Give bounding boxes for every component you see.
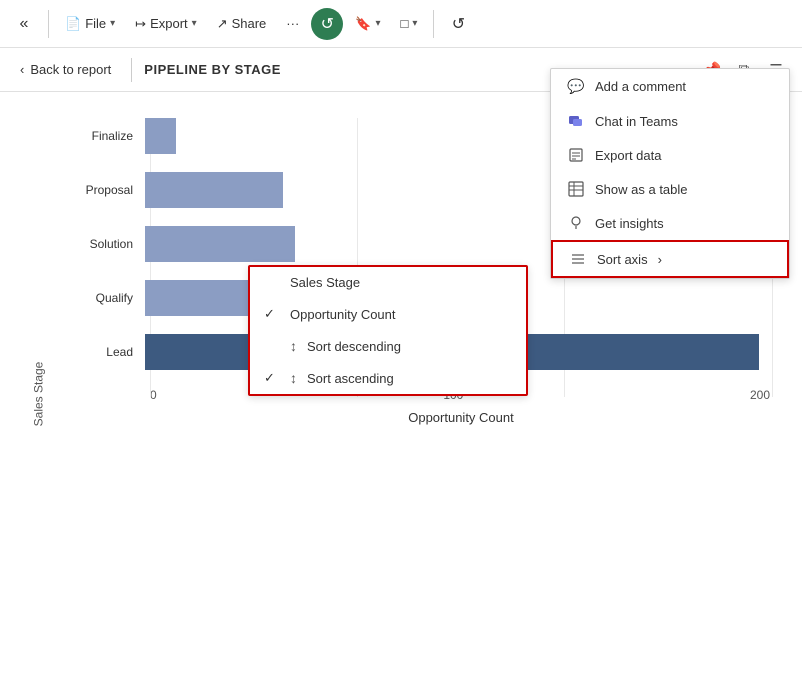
share-btn[interactable]: ↗ Share bbox=[209, 12, 275, 36]
view-icon: □ bbox=[401, 16, 409, 31]
header-divider bbox=[131, 58, 132, 82]
check-ascending: ✓ bbox=[264, 370, 280, 386]
expand-icon: « bbox=[20, 15, 29, 33]
expand-btn[interactable]: « bbox=[8, 8, 40, 40]
export-icon: ↦ bbox=[135, 16, 146, 32]
toolbar: « 📄 File ▾ ↦ Export ▾ ↗ Share ··· ↺ 🔖 ▾ … bbox=[0, 0, 802, 48]
bookmark-chevron-icon: ▾ bbox=[375, 18, 380, 29]
x-axis-label: Opportunity Count bbox=[150, 410, 772, 425]
bar-label-solution: Solution bbox=[75, 237, 145, 251]
file-btn[interactable]: 📄 File ▾ bbox=[57, 12, 123, 36]
sort-axis-chevron-icon: › bbox=[658, 252, 662, 267]
show-table-label: Show as a table bbox=[595, 182, 688, 197]
toolbar-separator-1 bbox=[48, 10, 49, 38]
refresh-icon: ↺ bbox=[321, 14, 334, 34]
sort-axis-label: Sort axis bbox=[597, 252, 648, 267]
undo-btn[interactable]: ↺ bbox=[442, 8, 474, 40]
get-insights-label: Get insights bbox=[595, 216, 664, 231]
sales-stage-label: Sales Stage bbox=[290, 275, 360, 290]
export-chevron-icon: ▾ bbox=[192, 18, 197, 29]
sort-axis-icon bbox=[569, 251, 587, 267]
context-export-data[interactable]: Export data bbox=[551, 138, 789, 172]
back-arrow-icon: ‹ bbox=[20, 62, 24, 77]
view-chevron-icon: ▾ bbox=[412, 18, 417, 29]
context-show-table[interactable]: Show as a table bbox=[551, 172, 789, 206]
sort-asc-icon: ↕ bbox=[290, 370, 297, 386]
view-btn[interactable]: □ ▾ bbox=[393, 12, 426, 35]
context-menu: 💬 Add a comment Chat in Teams Export dat… bbox=[550, 68, 790, 279]
context-sort-axis[interactable]: Sort axis › bbox=[551, 240, 789, 278]
x-tick-0: 0 bbox=[150, 388, 157, 402]
context-chat-teams[interactable]: Chat in Teams bbox=[551, 104, 789, 138]
export-data-label: Export data bbox=[595, 148, 662, 163]
chat-teams-label: Chat in Teams bbox=[595, 114, 678, 129]
more-icon: ··· bbox=[286, 16, 299, 31]
sort-menu-item-sales-stage[interactable]: Sales Stage bbox=[250, 267, 526, 298]
context-get-insights[interactable]: Get insights bbox=[551, 206, 789, 240]
show-table-icon bbox=[567, 181, 585, 197]
bar-fill-proposal bbox=[145, 172, 283, 208]
bar-label-proposal: Proposal bbox=[75, 183, 145, 197]
bar-fill-finalize bbox=[145, 118, 176, 154]
bar-label-lead: Lead bbox=[75, 345, 145, 359]
sort-menu-item-ascending[interactable]: ✓ ↕ Sort ascending bbox=[250, 362, 526, 394]
more-btn[interactable]: ··· bbox=[278, 12, 307, 35]
add-comment-label: Add a comment bbox=[595, 79, 686, 94]
export-data-icon bbox=[567, 147, 585, 163]
get-insights-icon bbox=[567, 215, 585, 231]
sort-desc-icon: ↕ bbox=[290, 338, 297, 354]
export-btn[interactable]: ↦ Export ▾ bbox=[127, 12, 205, 36]
chat-teams-icon bbox=[567, 113, 585, 129]
bar-fill-solution bbox=[145, 226, 295, 262]
bookmark-icon: 🔖 bbox=[355, 16, 371, 32]
toolbar-separator-2 bbox=[433, 10, 434, 38]
undo-icon: ↺ bbox=[452, 14, 465, 34]
opportunity-count-label: Opportunity Count bbox=[290, 307, 396, 322]
file-icon: 📄 bbox=[65, 16, 81, 32]
file-chevron-icon: ▾ bbox=[110, 18, 115, 29]
context-add-comment[interactable]: 💬 Add a comment bbox=[551, 69, 789, 104]
bar-label-finalize: Finalize bbox=[75, 129, 145, 143]
check-opportunity-count: ✓ bbox=[264, 306, 280, 322]
sort-ascending-label: Sort ascending bbox=[307, 371, 394, 386]
bookmark-btn[interactable]: 🔖 ▾ bbox=[347, 12, 388, 36]
refresh-btn[interactable]: ↺ bbox=[311, 8, 343, 40]
back-to-report-btn[interactable]: ‹ Back to report bbox=[12, 58, 119, 81]
add-comment-icon: 💬 bbox=[567, 78, 585, 95]
x-tick-2: 200 bbox=[750, 388, 770, 402]
page-title: PIPELINE BY STAGE bbox=[144, 62, 281, 77]
sort-menu-item-descending[interactable]: ↕ Sort descending bbox=[250, 330, 526, 362]
sort-descending-label: Sort descending bbox=[307, 339, 401, 354]
y-axis-label: Sales Stage bbox=[31, 361, 45, 426]
sort-menu: Sales Stage ✓ Opportunity Count ↕ Sort d… bbox=[248, 265, 528, 396]
share-icon: ↗ bbox=[217, 16, 228, 32]
bar-label-qualify: Qualify bbox=[75, 291, 145, 305]
sort-menu-item-opportunity-count[interactable]: ✓ Opportunity Count bbox=[250, 298, 526, 330]
